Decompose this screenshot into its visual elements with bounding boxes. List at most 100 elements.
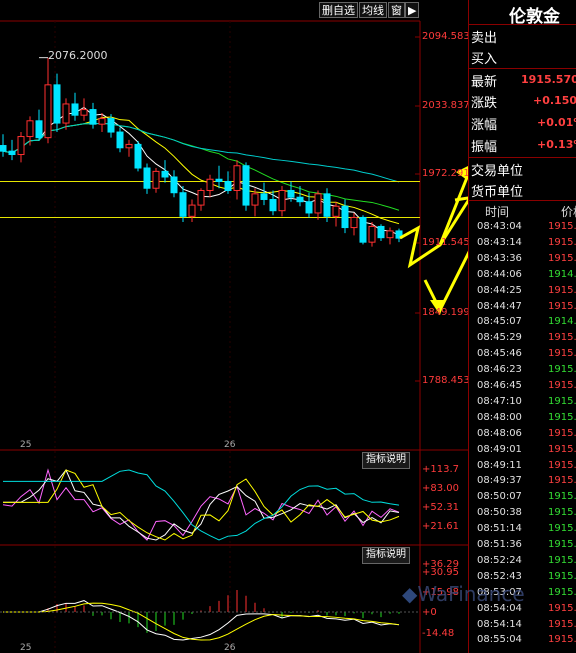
- candle-body: [179, 192, 187, 217]
- tick-price: 1915.: [548, 602, 576, 614]
- tick-time: 08:44:47: [477, 300, 522, 312]
- candle-body: [197, 189, 205, 206]
- candle-body: [44, 84, 52, 139]
- candle-body: [359, 216, 367, 243]
- oscillator-line: [3, 469, 400, 541]
- tick-row: 08:43:14 1915.: [469, 237, 576, 253]
- candle-body: [26, 120, 34, 138]
- tick-row: 08:46:45 1915.: [469, 380, 576, 396]
- candle-body: [17, 136, 25, 156]
- tick-row: 08:52:24 1915.: [469, 555, 576, 571]
- x-axis-label: 26: [224, 440, 236, 450]
- candle-body: [71, 103, 79, 116]
- tick-price: 1915.: [548, 300, 576, 312]
- candle-body: [143, 167, 151, 189]
- candle-body: [134, 143, 142, 169]
- tick-row: 08:51:14 1915.: [469, 523, 576, 539]
- tick-row: 08:44:06 1914.: [469, 269, 576, 285]
- tick-price: 1914.: [548, 268, 576, 280]
- indicator-level: +83.00: [422, 483, 460, 494]
- candle-body: [215, 178, 223, 182]
- chart-area[interactable]: 删自选 均线 窗 ▶ 2094.583 2033.837 1972.291 19…: [0, 0, 470, 653]
- tick-price: 1915.: [548, 618, 576, 630]
- tick-time: 08:49:37: [477, 475, 522, 487]
- indicator-level: +0: [422, 607, 437, 618]
- tick-price: 1915.: [548, 570, 576, 582]
- tick-time: 08:46:45: [477, 380, 522, 391]
- candle-body: [323, 193, 331, 217]
- candle-body: [278, 189, 286, 212]
- candle-body: [296, 196, 304, 203]
- tick-price: 1915.: [548, 348, 576, 360]
- tick-time: 08:50:38: [477, 507, 522, 519]
- tick-price: 1915.: [548, 395, 576, 407]
- tick-price: 1915.: [548, 554, 576, 566]
- tick-time: 08:51:14: [477, 523, 522, 535]
- delete-watchlist-button[interactable]: 删自选: [319, 2, 358, 18]
- indicator-level: +21.61: [422, 521, 460, 532]
- price-axis-label: 1972.291: [422, 168, 470, 179]
- tick-time: 08:54:14: [477, 618, 522, 630]
- high-price-label: 2076.2000: [48, 49, 108, 62]
- tick-price: 1915.: [548, 411, 576, 423]
- candle-body: [242, 165, 250, 206]
- candle-body: [152, 170, 160, 189]
- oscillator-line: [3, 469, 400, 541]
- candle-body: [287, 189, 295, 198]
- tick-row: 08:50:38 1915.: [469, 507, 576, 523]
- tick-time: 08:43:36: [477, 252, 522, 264]
- tick-row: 08:49:37 1915.: [469, 475, 576, 491]
- tick-time: 08:50:07: [477, 491, 522, 503]
- quote-panel: 伦敦金 卖出 买入 最新 1915.5700 涨跌 +0.1500 涨幅 +0.…: [468, 0, 576, 653]
- candle-body: [161, 170, 169, 178]
- col-time-header: 时间: [485, 205, 510, 219]
- x-axis-label: 26: [224, 643, 236, 653]
- candle-body: [350, 216, 358, 229]
- tick-time: 08:51:36: [477, 539, 522, 550]
- indicator-level: +30.95: [422, 567, 460, 578]
- tick-time: 08:55:04: [477, 634, 522, 646]
- indicator-info-button[interactable]: 指标说明: [362, 452, 410, 469]
- price-axis-label: 1788.453: [422, 375, 470, 386]
- tick-time: 08:47:10: [477, 395, 522, 407]
- watermark: ◆WaFinance: [402, 582, 525, 606]
- tick-row: 08:43:04 1915.: [469, 221, 576, 237]
- tick-row: 08:55:04 1915.: [469, 634, 576, 650]
- tick-price: 1915.: [548, 539, 576, 550]
- price-axis-label: 2033.837: [422, 100, 470, 111]
- tick-row: 08:49:11 1915.: [469, 460, 576, 476]
- candle-body: [386, 230, 394, 239]
- tick-time: 08:49:11: [477, 459, 522, 471]
- tick-time: 08:48:06: [477, 427, 522, 439]
- tick-time: 08:44:06: [477, 268, 522, 280]
- tick-row: 08:50:07 1915.: [469, 491, 576, 507]
- price-axis-label: 1911.545: [422, 237, 470, 248]
- candle-body: [35, 120, 43, 139]
- tick-time: 08:48:00: [477, 411, 522, 423]
- candle-body: [233, 165, 241, 191]
- trade-unit-label: 交易单位: [471, 164, 524, 179]
- tick-price: 1915.: [548, 586, 576, 598]
- change-pct-value: +0.01%: [537, 116, 576, 129]
- candle-body: [224, 180, 232, 191]
- candle-body: [314, 193, 322, 214]
- amplitude-label: 振幅: [471, 140, 498, 155]
- candle-body: [125, 143, 133, 149]
- expand-arrow-button[interactable]: ▶: [405, 2, 420, 18]
- tick-row: 08:49:01 1915.: [469, 444, 576, 460]
- candle-body: [107, 118, 115, 133]
- tick-row: 08:45:29 1915.: [469, 332, 576, 348]
- price-axis-label: 2094.583: [422, 31, 470, 42]
- tick-price: 1915.: [548, 236, 576, 248]
- col-price-header: 价格: [561, 205, 576, 219]
- indicator-info-button[interactable]: 指标说明: [362, 547, 410, 564]
- moving-average-line: [2, 106, 400, 236]
- window-button[interactable]: 窗: [388, 2, 405, 18]
- candle-body: [251, 193, 259, 206]
- tick-price: 1915.: [548, 491, 576, 503]
- oscillator-line: [3, 469, 400, 541]
- moving-average-button[interactable]: 均线: [359, 2, 387, 18]
- tick-time: 08:45:46: [477, 348, 522, 360]
- tick-price: 1915.: [548, 427, 576, 439]
- tick-row: 08:45:07 1914.: [469, 316, 576, 332]
